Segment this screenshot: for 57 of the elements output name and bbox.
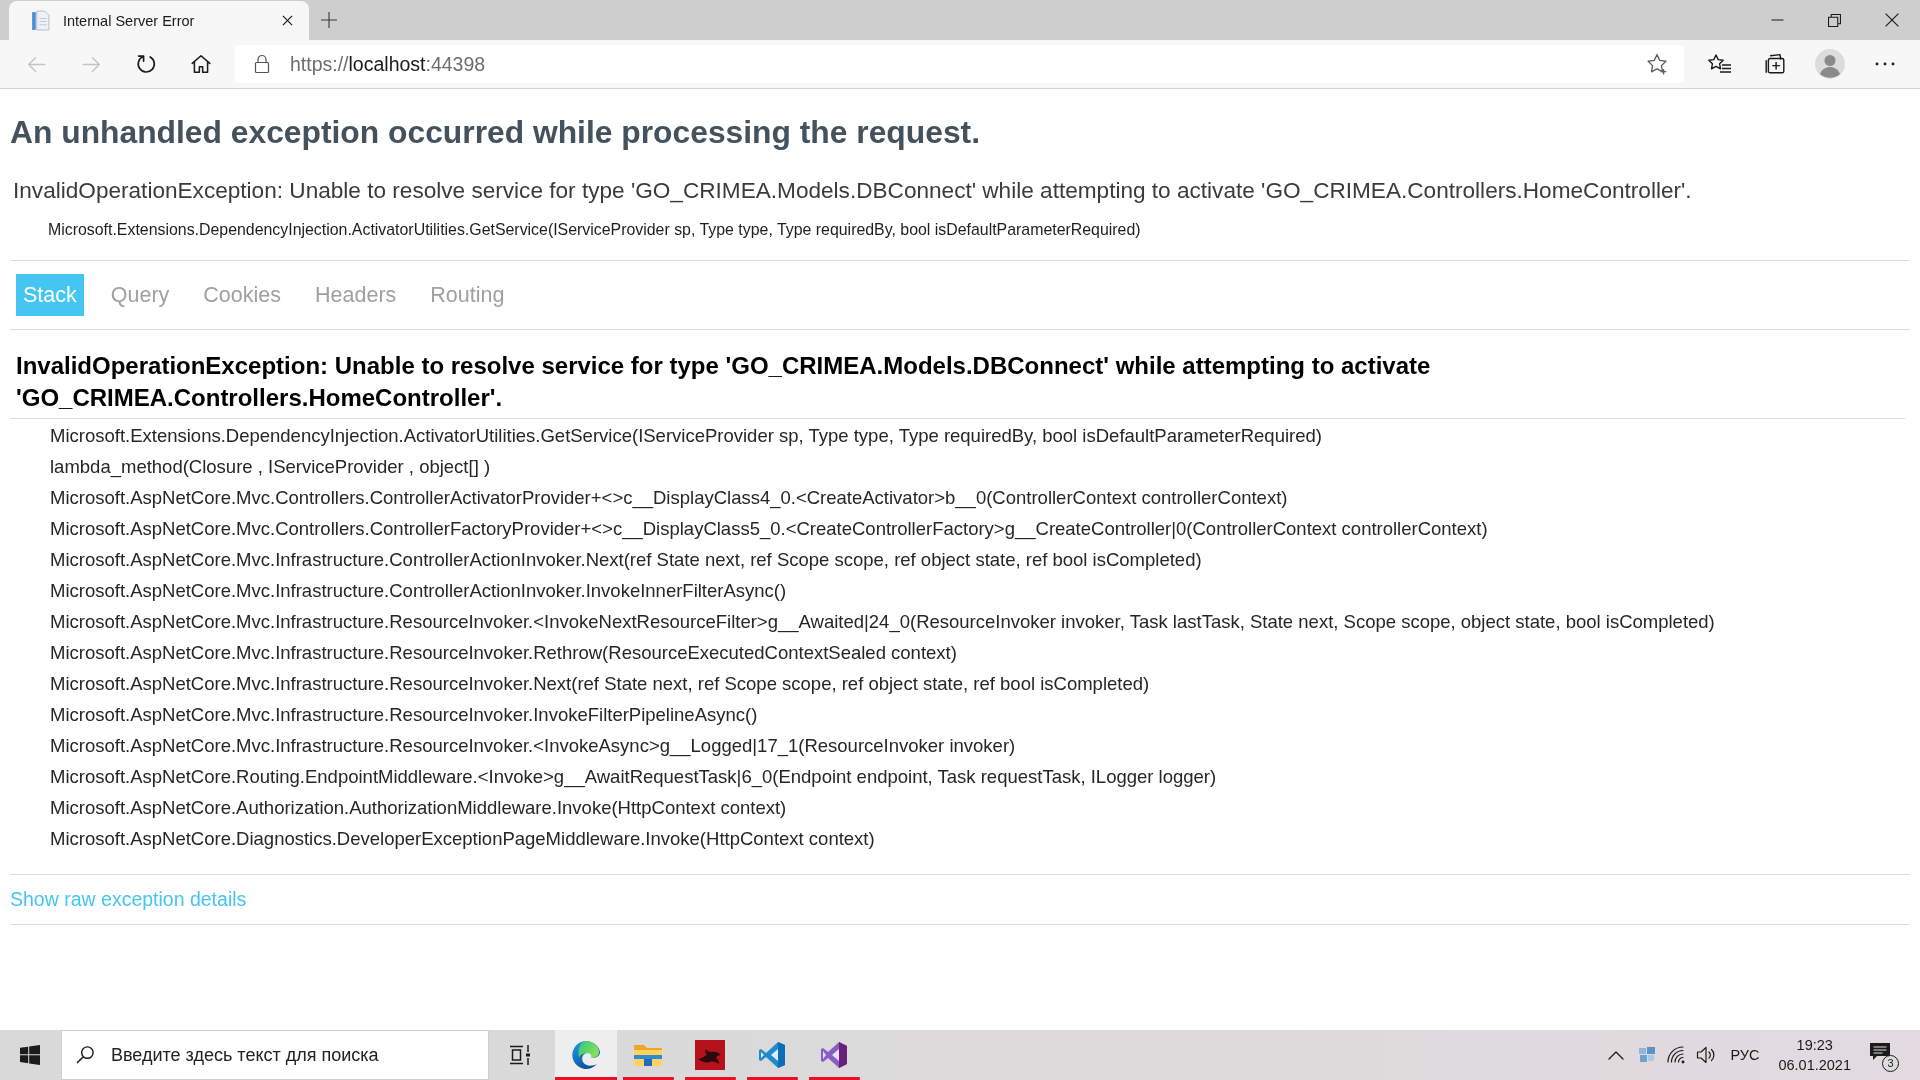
stack-frame: Microsoft.Extensions.DependencyInjection.ActivatorUtilities.GetService(IServiceProvider sp, Type type, Type requiredBy, bool isDefaultParameterRequired): [48, 420, 1910, 451]
address-bar[interactable]: https://localhost:44398: [235, 45, 1684, 83]
stack-frame: Microsoft.AspNetCore.Mvc.Controllers.ControllerActivatorProvider+<>c__DisplayClass4_0.<CreateActivator>b__0(ControllerContext controllerContext): [48, 482, 1910, 513]
stack-frame: Microsoft.AspNetCore.Diagnostics.DeveloperExceptionPageMiddleware.Invoke(HttpContext context): [48, 823, 1910, 854]
more-icon: [1875, 62, 1895, 66]
stack-frame: Microsoft.AspNetCore.Mvc.Infrastructure.ResourceInvoker.<InvokeAsync>g__Logged|17_1(ResourceInvoker invoker): [48, 730, 1910, 761]
page-tab[interactable]: Query: [103, 274, 177, 316]
error-location: Microsoft.Extensions.DependencyInjection.ActivatorUtilities.GetService(IServiceProvider sp, Type type, Type requiredBy, bool isDefaultParameterRequired): [48, 220, 1142, 240]
stack-frame: Microsoft.AspNetCore.Mvc.Infrastructure.ResourceInvoker.<InvokeNextResourceFilter>g__Awaited|24_0(ResourceInvoker invoker, Task lastTask, State next, Scope scope, object state, bool isCompleted): [48, 606, 1910, 637]
ribbon-icon: [758, 1041, 786, 1069]
page-tab[interactable]: Routing: [423, 274, 512, 316]
stack-frame: Microsoft.AspNetCore.Mvc.Infrastructure.ResourceInvoker.Next(ref State next, ref Scope scope, ref object state, ref bool isCompleted): [48, 668, 1910, 699]
page-tab[interactable]: Headers: [308, 274, 404, 316]
stack-frame: Microsoft.AspNetCore.Mvc.Controllers.ControllerFactoryProvider+<>c__DisplayClass5_0.<CreateControllerFactory>g__CreateController|0(ControllerContext controllerContext): [48, 513, 1910, 544]
show-raw-exception-link[interactable]: Show raw exception details: [10, 888, 247, 911]
error-message: InvalidOperationException: Unable to resolve service for type 'GO_CRIMEA.Models.DBConnect' while attempting to activate 'GO_CRIMEA.Controllers.HomeController'.: [12, 177, 1693, 205]
minimize-icon: [1771, 19, 1784, 21]
loop-ribbon-icon: [820, 1041, 848, 1069]
home-icon: [190, 53, 212, 75]
close-icon: [281, 15, 293, 26]
cards-plus-icon: [1764, 53, 1786, 75]
windows-logo-icon: [20, 1045, 40, 1065]
notifications-button[interactable]: 3: [1860, 1030, 1920, 1080]
clock[interactable]: 19:23 06.01.2021: [1769, 1030, 1860, 1080]
wifi-icon: [1666, 1046, 1687, 1064]
stack-frame: Microsoft.AspNetCore.Mvc.Infrastructure.ControllerActionInvoker.InvokeInnerFilterAsync(): [48, 575, 1910, 606]
stack-frame: Microsoft.AspNetCore.Mvc.Infrastructure.ResourceInvoker.Rethrow(ResourceExecutedContextSealed context): [48, 637, 1910, 668]
close-icon: [1884, 13, 1899, 27]
language-indicator[interactable]: РУС: [1720, 1030, 1770, 1080]
folder-icon: [633, 1042, 663, 1068]
page-tab[interactable]: Stack: [16, 274, 84, 316]
stack-frame: Microsoft.AspNetCore.Authorization.AuthorizationMiddleware.Invoke(HttpContext context): [48, 792, 1910, 823]
url-text: https://localhost:44398: [290, 52, 487, 76]
avatar-icon: [1815, 49, 1845, 79]
browser-tab[interactable]: Internal Server Error: [9, 1, 309, 40]
document-icon: [31, 10, 50, 31]
speaker-icon: [1695, 1046, 1716, 1064]
stack-frame: lambda_method(Closure , IServiceProvider , object[] ): [48, 451, 1910, 482]
chevron-up-icon: [1608, 1050, 1625, 1060]
stack-frame: Microsoft.AspNetCore.Mvc.Infrastructure.ControllerActionInvoker.Next(ref State next, ref Scope scope, ref object state, ref bool isCompleted): [48, 544, 1910, 575]
stack-frame: Microsoft.AspNetCore.Routing.EndpointMiddleware.<Invoke>g__AwaitRequestTask|6_0(Endpoint endpoint, Task requestTask, ILogger logger): [48, 761, 1910, 792]
squares-icon: [1637, 1046, 1656, 1064]
search-icon: [76, 1045, 95, 1064]
search-field[interactable]: Введите здесь текст для поиска: [61, 1030, 489, 1080]
restore-icon: [1828, 13, 1841, 27]
exception-heading: InvalidOperationException: Unable to resolve service for type 'GO_CRIMEA.Models.DBConnect' while attempting to activate 'GO_CRIMEA.Controllers.HomeController'.: [15, 351, 1432, 413]
page-tab[interactable]: Cookies: [196, 274, 289, 316]
tile-icon: [695, 1040, 725, 1070]
lock-icon: [254, 54, 270, 74]
stack-frame: Microsoft.AspNetCore.Mvc.Infrastructure.ResourceInvoker.InvokeFilterPipelineAsync(): [48, 699, 1910, 730]
plus-icon: [321, 12, 337, 28]
task-view-icon: [509, 1044, 531, 1066]
notification-count: 3: [1882, 1055, 1899, 1072]
star-plus-icon: [1646, 53, 1668, 75]
page-title: An unhandled exception occurred while processing the request.: [10, 113, 981, 151]
refresh-icon: [135, 53, 157, 75]
star-list-icon: [1708, 53, 1732, 75]
